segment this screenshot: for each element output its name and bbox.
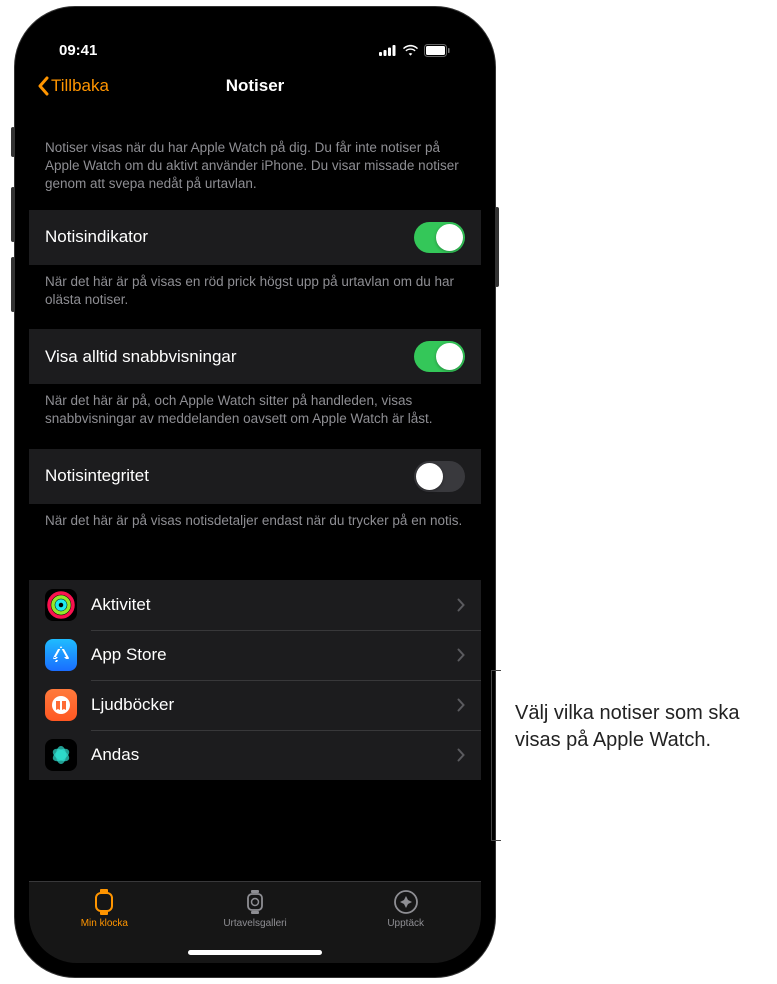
app-row-andas[interactable]: Andas	[29, 730, 481, 780]
chevron-right-icon	[457, 748, 465, 762]
tab-label: Min klocka	[81, 918, 128, 929]
intro-text: Notiser visas när du har Apple Watch på …	[29, 109, 481, 210]
tab-upptack[interactable]: Upptäck	[330, 888, 481, 961]
app-name: App Store	[91, 645, 443, 665]
setting-notisintegritet: Notisintegritet	[29, 449, 481, 504]
toggle-snabbvisningar[interactable]	[414, 341, 465, 372]
audiobooks-icon	[45, 689, 77, 721]
cellular-icon	[379, 44, 397, 56]
notch	[150, 21, 360, 51]
footer-snabbvisningar: När det här är på, och Apple Watch sitte…	[29, 384, 481, 448]
app-name: Andas	[91, 745, 443, 765]
app-row-ljudbocker[interactable]: Ljudböcker	[29, 680, 481, 730]
chevron-right-icon	[457, 598, 465, 612]
back-button[interactable]: Tillbaka	[37, 76, 109, 96]
setting-snabbvisningar: Visa alltid snabbvisningar	[29, 329, 481, 384]
discover-icon	[392, 888, 420, 916]
setting-label: Visa alltid snabbvisningar	[45, 347, 237, 367]
breathe-icon	[45, 739, 77, 771]
chevron-right-icon	[457, 698, 465, 712]
callout-line	[491, 670, 492, 840]
app-row-appstore[interactable]: App Store	[29, 630, 481, 680]
activity-icon	[45, 589, 77, 621]
app-name: Ljudböcker	[91, 695, 443, 715]
toggle-notisindikator[interactable]	[414, 222, 465, 253]
footer-notisintegritet: När det här är på visas notisdetaljer en…	[29, 504, 481, 550]
toggle-notisintegritet[interactable]	[414, 461, 465, 492]
status-icons	[379, 44, 451, 57]
mute-switch	[11, 127, 15, 157]
status-time: 09:41	[59, 42, 97, 59]
setting-label: Notisindikator	[45, 227, 148, 247]
home-indicator[interactable]	[188, 950, 322, 955]
tab-label: Urtavelsgalleri	[223, 918, 286, 929]
tab-min-klocka[interactable]: Min klocka	[29, 888, 180, 961]
callout: Välj vilka notiser som ska visas på Appl…	[515, 700, 775, 754]
app-row-aktivitet[interactable]: Aktivitet	[29, 580, 481, 630]
callout-tick	[491, 840, 501, 841]
chevron-right-icon	[457, 648, 465, 662]
content-scroll[interactable]: Notiser visas när du har Apple Watch på …	[29, 109, 481, 881]
setting-notisindikator: Notisindikator	[29, 210, 481, 265]
app-list: Aktivitet App Store Ljudböcker	[29, 580, 481, 780]
footer-notisindikator: När det här är på visas en röd prick hög…	[29, 265, 481, 329]
nav-title: Notiser	[226, 76, 285, 96]
watch-icon	[90, 888, 118, 916]
callout-tick	[491, 670, 501, 671]
app-name: Aktivitet	[91, 595, 443, 615]
gallery-icon	[241, 888, 269, 916]
appstore-icon	[45, 639, 77, 671]
setting-label: Notisintegritet	[45, 466, 149, 486]
phone-frame: 09:41 Tillbaka Notiser Notiser visas när…	[15, 7, 495, 977]
battery-icon	[424, 44, 451, 57]
tab-label: Upptäck	[387, 918, 424, 929]
chevron-left-icon	[37, 76, 49, 96]
callout-text: Välj vilka notiser som ska visas på Appl…	[515, 700, 775, 754]
phone-screen: 09:41 Tillbaka Notiser Notiser visas när…	[29, 21, 481, 963]
power-button	[495, 207, 499, 287]
volume-up	[11, 187, 15, 242]
wifi-icon	[402, 44, 419, 56]
nav-bar: Tillbaka Notiser	[29, 65, 481, 109]
volume-down	[11, 257, 15, 312]
back-label: Tillbaka	[51, 76, 109, 96]
